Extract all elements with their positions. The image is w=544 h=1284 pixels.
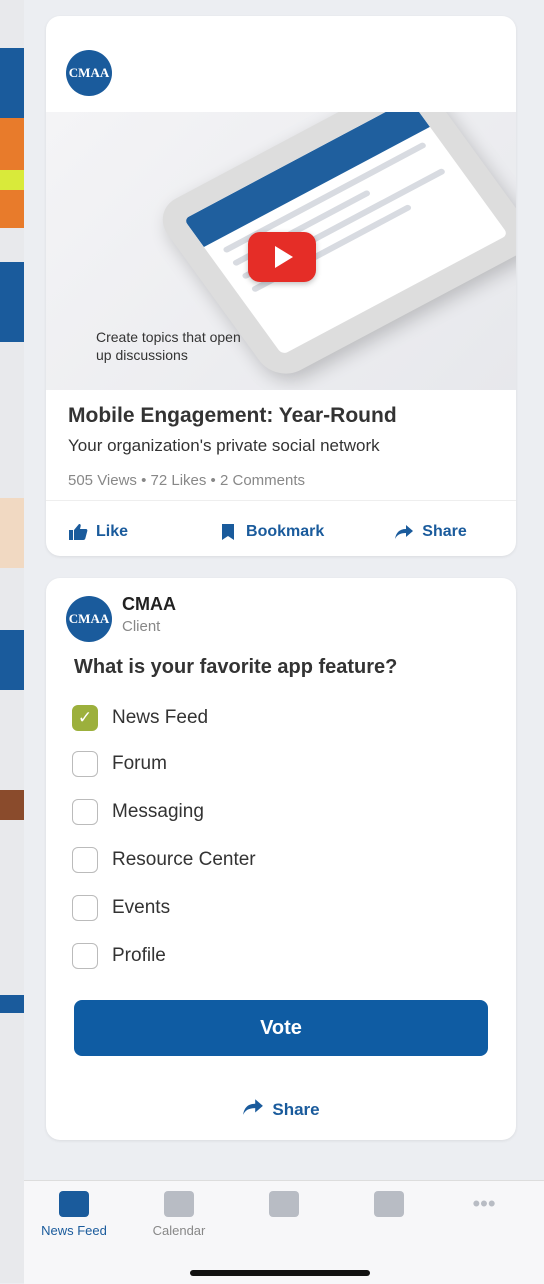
post-title[interactable]: Mobile Engagement: Year-Round <box>68 404 397 428</box>
tab-library[interactable] <box>234 1191 334 1223</box>
avatar[interactable]: CMAA <box>66 596 112 642</box>
poll-question: What is your favorite app feature? <box>74 656 398 678</box>
poll-option[interactable]: Profile <box>72 942 166 970</box>
post-description: Your organization's private social netwo… <box>68 436 380 455</box>
author-name[interactable]: CMAA <box>122 594 176 615</box>
vote-button[interactable]: Vote <box>74 1000 488 1056</box>
checkbox-checked-icon[interactable]: ✓ <box>72 705 98 731</box>
news-feed: CMAA Create topics that open up discussi… <box>24 0 544 1180</box>
share-icon <box>242 1098 264 1121</box>
author-subtitle: Client <box>122 618 161 635</box>
poll-option[interactable]: Messaging <box>72 798 204 826</box>
share-button[interactable]: Share <box>394 523 467 541</box>
handshake-icon <box>374 1191 404 1217</box>
checkbox-icon[interactable] <box>72 943 98 969</box>
home-indicator <box>190 1270 370 1276</box>
checkbox-icon[interactable] <box>72 799 98 825</box>
bookmark-button[interactable]: Bookmark <box>218 523 324 541</box>
post-actions: Like Bookmark Share <box>46 514 516 550</box>
poll-option[interactable]: ✓ News Feed <box>72 704 208 732</box>
video-post-card: CMAA Create topics that open up discussi… <box>46 16 516 556</box>
post-header: CMAA <box>46 16 516 112</box>
poll-option[interactable]: Resource Center <box>72 846 256 874</box>
book-icon <box>269 1191 299 1217</box>
divider <box>46 500 516 501</box>
tab-news-feed[interactable]: News Feed <box>24 1191 124 1238</box>
poll-option[interactable]: Forum <box>72 750 167 778</box>
like-button[interactable]: Like <box>68 523 128 541</box>
share-button[interactable]: Share <box>46 1098 516 1121</box>
bottom-tab-bar: News Feed Calendar ••• <box>24 1180 544 1284</box>
video-caption: Create topics that open up discussions <box>96 329 241 363</box>
play-icon[interactable] <box>248 232 316 282</box>
post-stats[interactable]: 505 Views • 72 Likes • 2 Comments <box>68 472 305 489</box>
checkbox-icon[interactable] <box>72 751 98 777</box>
checkbox-icon[interactable] <box>72 847 98 873</box>
checkbox-icon[interactable] <box>72 895 98 921</box>
share-icon <box>394 523 414 541</box>
bookmark-icon <box>218 523 238 541</box>
tab-calendar[interactable]: Calendar <box>129 1191 229 1238</box>
news-feed-icon <box>59 1191 89 1217</box>
avatar[interactable]: CMAA <box>66 50 112 96</box>
tab-connect[interactable] <box>339 1191 439 1223</box>
poll-post-card: CMAA CMAA Client What is your favorite a… <box>46 578 516 1140</box>
more-icon: ••• <box>472 1191 496 1216</box>
calendar-icon <box>164 1191 194 1217</box>
tab-more[interactable]: ••• <box>434 1191 534 1223</box>
poll-option[interactable]: Events <box>72 894 170 922</box>
thumbs-up-icon <box>68 523 88 541</box>
video-thumbnail[interactable]: Create topics that open up discussions <box>46 112 516 390</box>
previous-screen-edge <box>0 0 24 1283</box>
